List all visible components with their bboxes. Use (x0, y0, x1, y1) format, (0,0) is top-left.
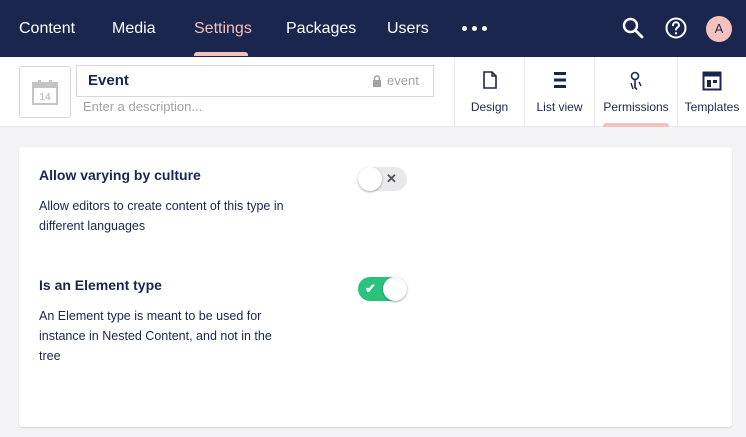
tab-label: Design (470, 100, 509, 114)
nav-item-content[interactable]: Content (19, 0, 75, 57)
lock-icon (373, 74, 381, 87)
keys-icon (630, 71, 642, 91)
tab-label: List view (536, 100, 583, 114)
tab-label: Permissions (603, 100, 669, 114)
avatar[interactable]: A (706, 16, 732, 42)
active-nav-indicator (194, 52, 248, 56)
setting-description-vary-by-culture: Allow editors to create content of this … (39, 199, 284, 233)
tab-permissions[interactable]: Permissions (594, 57, 677, 127)
list-icon (553, 72, 566, 88)
document-type-header: 14 Event event Enter a description... De… (0, 57, 746, 127)
permissions-panel: Allow varying by culture Allow editors t… (19, 147, 732, 427)
setting-title-element-type: Is an Element type (39, 277, 162, 293)
tab-templates[interactable]: Templates (677, 57, 746, 127)
tab-list-view[interactable]: List view (524, 57, 594, 127)
setting-description-element-type: An Element type is meant to be used for … (39, 309, 272, 363)
svg-text:14: 14 (39, 92, 51, 103)
tab-label: Templates (684, 100, 740, 114)
template-icon (702, 71, 722, 91)
toggle-knob (358, 167, 382, 191)
calendar-icon: 14 (32, 80, 58, 105)
top-navigation: Content Media Settings Packages Users A (0, 0, 746, 57)
nav-item-settings[interactable]: Settings (194, 0, 252, 57)
alias-text: event (387, 73, 419, 88)
close-icon: ✕ (386, 171, 397, 186)
description-field[interactable]: Enter a description... (83, 99, 202, 114)
check-icon: ✔ (365, 281, 376, 296)
ellipsis-icon[interactable] (462, 26, 487, 31)
icon-picker[interactable]: 14 (19, 66, 71, 118)
alias-field[interactable]: event (372, 73, 419, 88)
nav-item-users[interactable]: Users (387, 0, 429, 57)
active-tab-indicator (603, 123, 669, 127)
nav-item-media[interactable]: Media (112, 0, 156, 57)
help-icon[interactable] (664, 16, 688, 40)
element-type-toggle[interactable]: ✔ (358, 277, 407, 301)
search-icon[interactable] (621, 16, 645, 40)
setting-title-vary-by-culture: Allow varying by culture (39, 167, 201, 183)
tab-design[interactable]: Design (454, 57, 524, 127)
toggle-knob (383, 277, 407, 301)
vary-by-culture-toggle[interactable]: ✕ (358, 167, 407, 191)
nav-item-packages[interactable]: Packages (286, 0, 356, 57)
document-icon (482, 71, 497, 89)
